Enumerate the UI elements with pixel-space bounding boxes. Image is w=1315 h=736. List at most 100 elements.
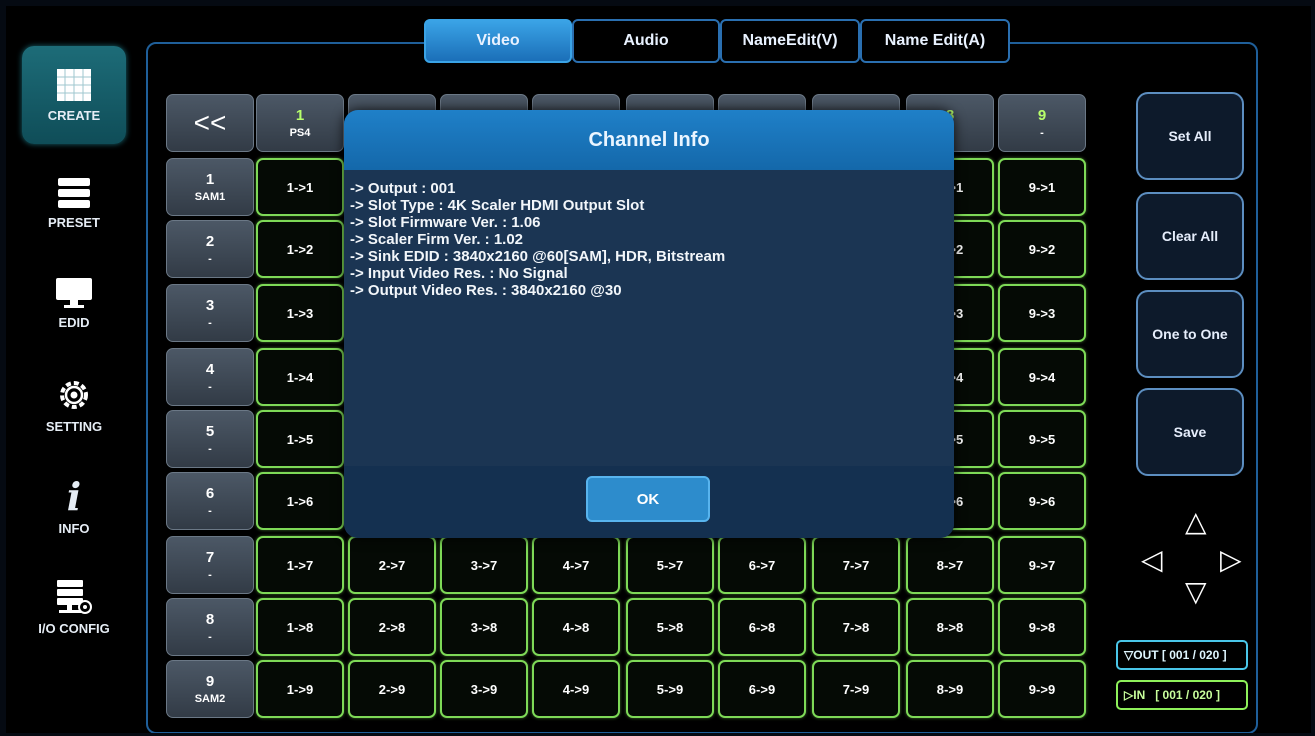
crosspoint-7-7[interactable]: 7->7 [812,536,900,594]
crosspoint-1-8[interactable]: 1->8 [256,598,344,656]
crosspoint-1-6[interactable]: 1->6 [256,472,344,530]
output-name: SAM2 [194,693,226,705]
sidebar-item-preset[interactable]: PRESET [22,154,126,252]
arrow-up-icon[interactable]: △ [1185,508,1207,536]
channel-info-dialog: Channel Info -> Output : 001 -> Slot Typ… [344,110,954,538]
output-header-5[interactable]: 5- [166,410,254,468]
crosspoint-9-8[interactable]: 9->8 [998,598,1086,656]
crosspoint-6-8[interactable]: 6->8 [718,598,806,656]
save-button[interactable]: Save [1136,388,1244,476]
one-to-one-button[interactable]: One to One [1136,290,1244,378]
output-header-1[interactable]: 1 SAM1 [166,158,254,216]
crosspoint-5-8[interactable]: 5->8 [626,598,714,656]
crosspoint-9-2[interactable]: 9->2 [998,220,1086,278]
crosspoint-1-1[interactable]: 1->1 [256,158,344,216]
input-header-1[interactable]: 1 PS4 [256,94,344,152]
output-number: 1 [205,171,215,188]
output-number: 9 [205,673,215,690]
output-header-3[interactable]: 3- [166,284,254,342]
crosspoint-2-7[interactable]: 2->7 [348,536,436,594]
output-header-7[interactable]: 7- [166,536,254,594]
sidebar-item-label: INFO [58,520,90,536]
arrow-left-icon[interactable]: ◁ [1141,546,1163,574]
crosspoint-4-8[interactable]: 4->8 [532,598,620,656]
output-name: - [208,381,212,393]
crosspoint-1-3[interactable]: 1->3 [256,284,344,342]
crosspoint-3-7[interactable]: 3->7 [440,536,528,594]
input-number: 9 [1037,107,1047,124]
sidebar-item-label: CREATE [47,107,101,123]
tab-video[interactable]: Video [424,19,572,63]
sidebar-item-label: I/O CONFIG [38,620,110,636]
crosspoint-9-7[interactable]: 9->7 [998,536,1086,594]
crosspoint-9-9[interactable]: 9->9 [998,660,1086,718]
crosspoint-9-4[interactable]: 9->4 [998,348,1086,406]
crosspoint-9-1[interactable]: 9->1 [998,158,1086,216]
info-line: -> Input Video Res. : No Signal [350,265,568,282]
info-line: -> Output : 001 [350,180,456,197]
input-number: 1 [295,107,305,124]
output-name: - [208,317,212,329]
sidebar-item-setting[interactable]: SETTING [22,356,126,454]
arrow-right-icon[interactable]: ▷ [1220,546,1242,574]
sidebar-item-info[interactable]: i INFO [22,458,126,556]
output-header-8[interactable]: 8- [166,598,254,656]
output-number: 2 [205,233,215,250]
ok-button[interactable]: OK [586,476,710,522]
crosspoint-6-7[interactable]: 6->7 [718,536,806,594]
stack-icon [58,177,90,208]
crosspoint-7-9[interactable]: 7->9 [812,660,900,718]
tab-name-edit-a[interactable]: Name Edit(A) [860,19,1010,63]
crosspoint-6-9[interactable]: 6->9 [718,660,806,718]
crosspoint-8-7[interactable]: 8->7 [906,536,994,594]
crosspoint-3-8[interactable]: 3->8 [440,598,528,656]
set-all-button[interactable]: Set All [1136,92,1244,180]
info-line: -> Slot Type : 4K Scaler HDMI Output Slo… [350,197,645,214]
output-name: - [208,253,212,265]
gear-icon [60,380,88,409]
crosspoint-2-8[interactable]: 2->8 [348,598,436,656]
crosspoint-5-7[interactable]: 5->7 [626,536,714,594]
output-header-9[interactable]: 9 SAM2 [166,660,254,718]
info-line: -> Sink EDID : 3840x2160 @60[SAM], HDR, … [350,248,726,265]
crosspoint-8-8[interactable]: 8->8 [906,598,994,656]
output-header-2[interactable]: 2- [166,220,254,278]
sidebar-item-edid[interactable]: EDID [22,254,126,352]
output-number: 7 [205,549,215,566]
crosspoint-7-8[interactable]: 7->8 [812,598,900,656]
sidebar-item-create[interactable]: CREATE [22,46,126,144]
crosspoint-1-2[interactable]: 1->2 [256,220,344,278]
crosspoint-3-9[interactable]: 3->9 [440,660,528,718]
dialog-footer: OK [344,466,954,538]
crosspoint-1-7[interactable]: 1->7 [256,536,344,594]
output-number: 8 [205,611,215,628]
back-button[interactable]: << [166,94,254,152]
crosspoint-1-9[interactable]: 1->9 [256,660,344,718]
sidebar-item-io-config[interactable]: I/O CONFIG [22,558,126,656]
tab-name-edit-v[interactable]: NameEdit(V) [720,19,860,63]
crosspoint-9-3[interactable]: 9->3 [998,284,1086,342]
output-name: - [208,631,212,643]
tab-audio[interactable]: Audio [572,19,720,63]
output-status: ▽OUT [ 001 / 020 ] [1116,640,1248,670]
crosspoint-1-4[interactable]: 1->4 [256,348,344,406]
arrow-down-icon[interactable]: ▽ [1185,578,1207,606]
crosspoint-4-9[interactable]: 4->9 [532,660,620,718]
crosspoint-2-9[interactable]: 2->9 [348,660,436,718]
output-header-4[interactable]: 4- [166,348,254,406]
output-header-6[interactable]: 6- [166,472,254,530]
crosspoint-1-5[interactable]: 1->5 [256,410,344,468]
crosspoint-9-6[interactable]: 9->6 [998,472,1086,530]
clear-all-button[interactable]: Clear All [1136,192,1244,280]
input-name: PS4 [289,127,311,139]
server-config-icon [57,579,92,614]
crosspoint-8-9[interactable]: 8->9 [906,660,994,718]
sidebar-item-label: SETTING [45,418,103,434]
crosspoint-9-5[interactable]: 9->5 [998,410,1086,468]
dialog-title: Channel Info [344,110,954,170]
crosspoint-4-7[interactable]: 4->7 [532,536,620,594]
crosspoint-5-9[interactable]: 5->9 [626,660,714,718]
router-screen: CREATE PRESET EDID SETTING i INFO I/O CO… [6,6,1311,733]
dialog-body: -> Output : 001 -> Slot Type : 4K Scaler… [344,170,954,466]
input-header-9[interactable]: 9- [998,94,1086,152]
